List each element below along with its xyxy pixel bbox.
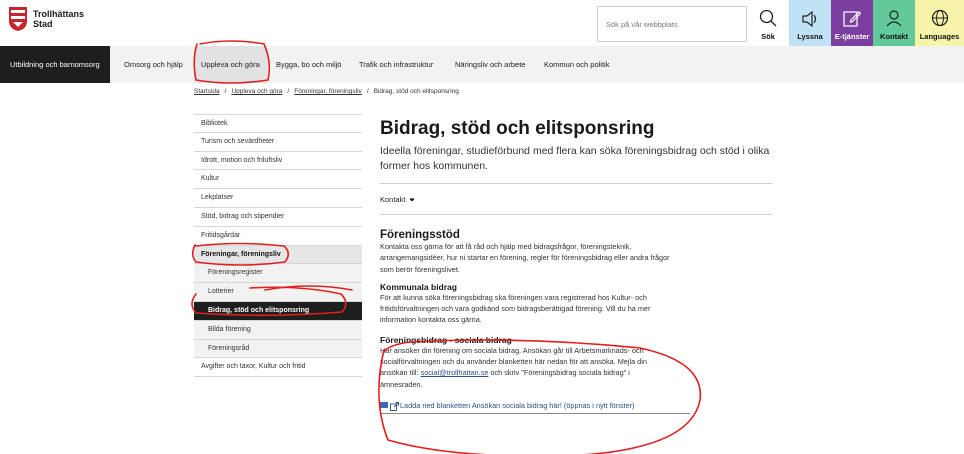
site-logo[interactable]: Trollhättans Stad	[8, 6, 84, 32]
email-link[interactable]: social@trollhattan.se	[421, 368, 489, 377]
logo-line-2: Stad	[33, 19, 53, 29]
section-title-sociala-bidrag: Föreningsbidrag - sociala bidrag	[380, 334, 512, 345]
logo-line-1: Trollhättans	[33, 9, 85, 19]
search-button[interactable]: Sök	[747, 0, 789, 46]
languages-button-label: Languages	[919, 32, 960, 41]
sidebar-item-fritidsgardar[interactable]: Fritidsgårdar	[194, 227, 362, 246]
sidebar-item-kultur[interactable]: Kultur	[194, 170, 362, 190]
eservices-button-label: E-tjänster	[834, 32, 870, 41]
sidebar-menu: Bibliotek Turism och sevärdheter Idrott,…	[194, 114, 362, 378]
contact-toggle-label: Kontakt	[380, 195, 406, 204]
document-icon	[380, 401, 388, 408]
breadcrumb-link-foreningar[interactable]: Föreningar, föreningsliv	[294, 88, 362, 95]
section-text-sociala-bidrag: Här ansöker din förening om sociala bidr…	[380, 345, 672, 390]
page-title: Bidrag, stöd och elitsponsring	[380, 118, 655, 139]
breadcrumb: Startsida / Uppleva och göra / Föreningar, f…	[194, 88, 459, 95]
coat-of-arms-icon	[8, 6, 28, 32]
nav-item-omsorg[interactable]: Omsorg och hjälp	[124, 46, 183, 83]
person-icon	[886, 10, 902, 27]
sidebar-item-foreningar[interactable]: Föreningar, föreningsliv	[194, 245, 362, 265]
nav-item-bygga[interactable]: Bygga, bo och miljö	[276, 46, 341, 83]
sidebar-item-turism[interactable]: Turism och sevärdheter	[194, 133, 362, 152]
contact-button[interactable]: Kontakt	[873, 0, 915, 46]
globe-icon	[931, 9, 948, 27]
nav-item-kommun[interactable]: Kommun och politik	[544, 46, 609, 83]
sidebar-item-bibliotek[interactable]: Bibliotek	[194, 114, 362, 133]
listen-button[interactable]: Lyssna	[789, 0, 831, 46]
breadcrumb-current: Bidrag, stöd och elitsponsring	[373, 88, 459, 95]
eservices-button[interactable]: E-tjänster	[831, 0, 873, 46]
sidebar-item-lekplatser[interactable]: Lekplatser	[194, 189, 362, 208]
search-icon	[759, 9, 777, 27]
sidebar-item-lotterier[interactable]: Lotterier	[194, 283, 362, 302]
listen-button-label: Lyssna	[797, 32, 823, 41]
page-lead: Ideella föreningar, studieförbund med fl…	[380, 145, 770, 172]
section-title-foreningsstod: Föreningsstöd	[380, 229, 460, 241]
languages-button[interactable]: Languages	[915, 0, 964, 46]
section-text-kommunala-bidrag: För att kunna söka föreningsbidrag ska f…	[380, 292, 651, 325]
contact-button-label: Kontakt	[880, 32, 908, 41]
external-link-icon	[390, 402, 399, 411]
search-input[interactable]: Sök på vår webbplats	[597, 6, 747, 42]
sidebar-item-bidrag[interactable]: Bidrag, stöd och elitsponsring	[194, 301, 362, 321]
section-title-kommunala-bidrag: Kommunala bidrag	[380, 281, 457, 292]
sidebar-item-foreningsrad[interactable]: Föreningsråd	[194, 339, 362, 359]
sidebar-item-bilda-forening[interactable]: Bilda förening	[194, 320, 362, 340]
edit-form-icon	[843, 11, 861, 27]
sidebar-item-stod[interactable]: Stöd, bidrag och stipendier	[194, 208, 362, 227]
download-form-link[interactable]: Ladda ned blanketten Ansökan sociala bid…	[380, 400, 690, 414]
nav-item-utbildning[interactable]: Utbildning och barnomsorg	[0, 46, 110, 83]
heart-chevron-icon: ❤	[409, 198, 415, 204]
breadcrumb-link-uppleva[interactable]: Uppleva och göra	[231, 88, 282, 95]
download-form-link-label: Ladda ned blanketten Ansökan sociala bid…	[400, 400, 635, 410]
contact-toggle[interactable]: Kontakt ❤	[380, 183, 772, 215]
nav-item-trafik[interactable]: Trafik och infrastruktur	[359, 46, 433, 83]
search-button-label: Sök	[761, 32, 775, 41]
sidebar-item-foreningsregister[interactable]: Föreningsregister	[194, 264, 362, 284]
nav-item-naringsliv[interactable]: Näringsliv och arbete	[455, 46, 525, 83]
main-navigation: Utbildning och barnomsorg Omsorg och hjä…	[0, 46, 964, 83]
site-header: Trollhättans Stad Sök på vår webbplats S…	[0, 0, 964, 46]
breadcrumb-link-home[interactable]: Startsida	[194, 88, 220, 95]
nav-item-uppleva[interactable]: Uppleva och göra	[194, 46, 267, 83]
section-text-foreningsstod: Kontakta oss gärna för att få råd och hj…	[380, 242, 670, 274]
sidebar-item-avgifter[interactable]: Avgifter och taxor, Kultur och fritid	[194, 358, 362, 378]
sidebar-item-idrott[interactable]: Idrott, motion och friluftsliv	[194, 152, 362, 171]
main-content: Bidrag, stöd och elitsponsring Ideella f…	[380, 114, 772, 414]
speaker-icon	[802, 11, 817, 27]
